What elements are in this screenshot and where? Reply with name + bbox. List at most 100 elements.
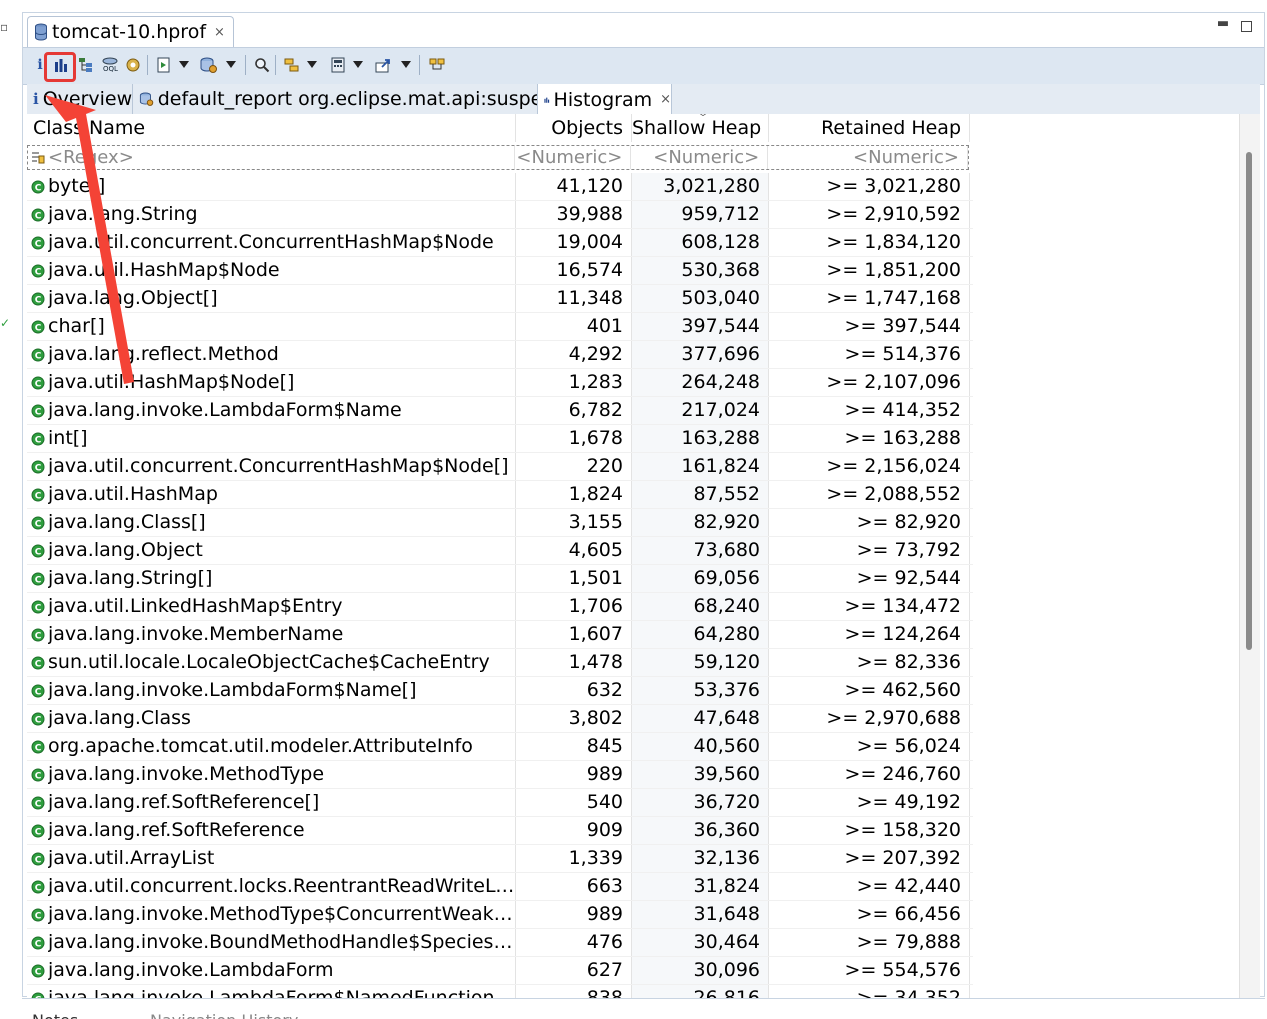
table-row[interactable]: Cjava.lang.reflect.Method 4,292 377,696 >= … bbox=[27, 341, 973, 369]
class-icon: C bbox=[31, 292, 45, 305]
chevron-down-icon[interactable] bbox=[226, 61, 236, 68]
editor-tab-bar: tomcat-10.hprof × ▬ bbox=[23, 13, 1264, 47]
chevron-down-icon[interactable] bbox=[307, 61, 317, 68]
close-icon[interactable]: × bbox=[660, 92, 671, 107]
group-by-icon[interactable] bbox=[281, 54, 303, 76]
table-row[interactable]: Cjava.lang.invoke.LambdaForm$Name 6,782 21… bbox=[27, 397, 973, 425]
vertical-scrollbar[interactable] bbox=[1239, 114, 1260, 998]
shallow-heap-cell: 530,368 bbox=[632, 257, 769, 284]
table-row[interactable]: Cjava.lang.String 39,988 959,712 >= 2,910,5… bbox=[27, 201, 973, 229]
table-row[interactable]: Csun.util.locale.LocaleObjectCache$Cache… bbox=[27, 649, 973, 677]
shallow-filter-input[interactable]: <Numeric> bbox=[631, 146, 769, 169]
class-icon: C bbox=[31, 852, 45, 865]
table-row[interactable]: Cjava.lang.Object[] 11,348 503,040 >= 1,747… bbox=[27, 285, 973, 313]
class-icon: C bbox=[31, 572, 45, 585]
table-row[interactable]: Cjava.lang.invoke.MethodType 989 39,560 >= … bbox=[27, 761, 973, 789]
tab-overview[interactable]: i Overview bbox=[27, 84, 133, 114]
tab-navigation-history[interactable]: Navigation History bbox=[150, 1011, 298, 1019]
run-report-icon[interactable] bbox=[153, 54, 175, 76]
table-row[interactable]: Cjava.lang.Class 3,802 47,648 >= 2,970,688 bbox=[27, 705, 973, 733]
retained-heap-cell: >= 42,440 bbox=[769, 873, 970, 900]
query-browser-icon[interactable] bbox=[198, 54, 220, 76]
table-row[interactable]: Cint[] 1,678 163,288 >= 163,288 bbox=[27, 425, 973, 453]
table-row[interactable]: Cjava.util.ArrayList 1,339 32,136 >= 207,39… bbox=[27, 845, 973, 873]
class-name-cell: Cjava.lang.Class[] bbox=[27, 509, 516, 536]
table-body: Cbyte[] 41,120 3,021,280 >= 3,021,280 Cjava.… bbox=[27, 173, 973, 998]
table-row[interactable]: Cjava.lang.Class[] 3,155 82,920 >= 82,920 bbox=[27, 509, 973, 537]
regex-filter-input[interactable]: <Regex> bbox=[28, 146, 516, 169]
retained-heap-cell: >= 56,024 bbox=[769, 733, 970, 760]
table-row[interactable]: Cjava.lang.String[] 1,501 69,056 >= 92,544 bbox=[27, 565, 973, 593]
class-name-cell: Cjava.util.HashMap bbox=[27, 481, 516, 508]
table-row[interactable]: Cjava.lang.invoke.MethodType$ConcurrentW… bbox=[27, 901, 973, 929]
objects-cell: 1,678 bbox=[516, 425, 632, 452]
table-row[interactable]: Cjava.util.LinkedHashMap$Entry 1,706 68,24… bbox=[27, 593, 973, 621]
scrollbar-thumb[interactable] bbox=[1246, 152, 1252, 650]
table-row[interactable]: Cjava.lang.ref.SoftReference[] 540 36,720 >… bbox=[27, 789, 973, 817]
close-icon[interactable]: × bbox=[214, 25, 225, 40]
table-row[interactable]: Cjava.util.HashMap$Node 16,574 530,368 >= 1… bbox=[27, 257, 973, 285]
chevron-down-icon[interactable] bbox=[401, 61, 411, 68]
retained-heap-cell: >= 66,456 bbox=[769, 901, 970, 928]
class-name-cell: Cint[] bbox=[27, 425, 516, 452]
table-row[interactable]: Cjava.util.concurrent.ConcurrentHashMap$… bbox=[27, 229, 973, 257]
retained-filter-input[interactable]: <Numeric> bbox=[768, 146, 968, 169]
table-row[interactable]: Cbyte[] 41,120 3,021,280 >= 3,021,280 bbox=[27, 173, 973, 201]
column-header-shallow-heap[interactable]: ﹀ Shallow Heap bbox=[632, 114, 769, 142]
compare-icon[interactable] bbox=[426, 54, 448, 76]
class-name-cell: Cjava.lang.Class bbox=[27, 705, 516, 732]
table-row[interactable]: Cjava.util.HashMap 1,824 87,552 >= 2,088,55… bbox=[27, 481, 973, 509]
toolbar-separator bbox=[275, 55, 276, 75]
column-header-class-name[interactable]: Class Name bbox=[27, 114, 516, 142]
table-row[interactable]: Cjava.lang.invoke.LambdaForm$Name[] 632 53… bbox=[27, 677, 973, 705]
table-row[interactable]: Cjava.lang.invoke.LambdaForm 627 30,096 >= … bbox=[27, 957, 973, 985]
class-name-cell: Cjava.util.HashMap$Node[] bbox=[27, 369, 516, 396]
chevron-down-icon[interactable] bbox=[179, 61, 189, 68]
objects-filter-input[interactable]: <Numeric> bbox=[515, 146, 632, 169]
tab-notes[interactable]: Notes bbox=[32, 1011, 78, 1019]
tab-default-report[interactable]: default_report org.eclipse.mat.api:suspe… bbox=[133, 84, 538, 114]
class-name: java.util.HashMap$Node bbox=[48, 259, 280, 281]
tab-histogram[interactable]: Histogram × bbox=[538, 84, 672, 115]
table-row[interactable]: Cjava.lang.invoke.BoundMethodHandle$Spec… bbox=[27, 929, 973, 957]
column-header-objects[interactable]: Objects bbox=[516, 114, 632, 142]
oql-icon[interactable]: OQL bbox=[99, 54, 121, 76]
table-row[interactable]: Cchar[] 401 397,544 >= 397,544 bbox=[27, 313, 973, 341]
svg-text:C: C bbox=[35, 183, 42, 193]
column-header-retained-heap[interactable]: Retained Heap bbox=[769, 114, 970, 142]
objects-cell: 1,706 bbox=[516, 593, 632, 620]
table-row[interactable]: Cjava.lang.invoke.MemberName 1,607 64,280 >… bbox=[27, 621, 973, 649]
class-icon: C bbox=[31, 460, 45, 473]
objects-cell: 19,004 bbox=[516, 229, 632, 256]
class-name-cell: Cjava.lang.invoke.LambdaForm$Name bbox=[27, 397, 516, 424]
dominator-tree-icon[interactable] bbox=[75, 54, 97, 76]
maximize-icon[interactable] bbox=[1241, 21, 1252, 32]
svg-text:C: C bbox=[35, 603, 42, 613]
objects-cell: 3,155 bbox=[516, 509, 632, 536]
table-row[interactable]: Cjava.lang.ref.SoftReference 909 36,360 >= … bbox=[27, 817, 973, 845]
shallow-heap-cell: 264,248 bbox=[632, 369, 769, 396]
class-icon: C bbox=[31, 376, 45, 389]
objects-cell: 4,605 bbox=[516, 537, 632, 564]
shallow-heap-cell: 69,056 bbox=[632, 565, 769, 592]
table-row[interactable]: Cjava.lang.invoke.LambdaForm$NamedFuncti… bbox=[27, 985, 973, 998]
shallow-heap-cell: 377,696 bbox=[632, 341, 769, 368]
table-row[interactable]: Cjava.util.HashMap$Node[] 1,283 264,248 >= … bbox=[27, 369, 973, 397]
chevron-down-icon[interactable] bbox=[353, 61, 363, 68]
table-row[interactable]: Cjava.util.concurrent.locks.ReentrantRea… bbox=[27, 873, 973, 901]
export-icon[interactable] bbox=[373, 54, 395, 76]
table-row[interactable]: Cjava.lang.Object 4,605 73,680 >= 73,792 bbox=[27, 537, 973, 565]
table-row[interactable]: Corg.apache.tomcat.util.modeler.Attribut… bbox=[27, 733, 973, 761]
minimize-icon[interactable]: ▬ bbox=[1216, 17, 1230, 31]
search-icon[interactable] bbox=[251, 54, 273, 76]
class-icon: C bbox=[31, 488, 45, 501]
retained-heap-cell: >= 1,851,200 bbox=[769, 257, 970, 284]
class-name: java.util.LinkedHashMap$Entry bbox=[48, 595, 343, 617]
editor-tab-hprof[interactable]: tomcat-10.hprof × bbox=[27, 16, 234, 47]
bottom-panel-bar: Notes Navigation History bbox=[22, 998, 1265, 1019]
calculator-icon[interactable] bbox=[327, 54, 349, 76]
table-row[interactable]: Cjava.util.concurrent.ConcurrentHashMap$… bbox=[27, 453, 973, 481]
thread-overview-icon[interactable] bbox=[122, 54, 144, 76]
retained-heap-cell: >= 414,352 bbox=[769, 397, 970, 424]
info-icon: i bbox=[33, 90, 39, 108]
